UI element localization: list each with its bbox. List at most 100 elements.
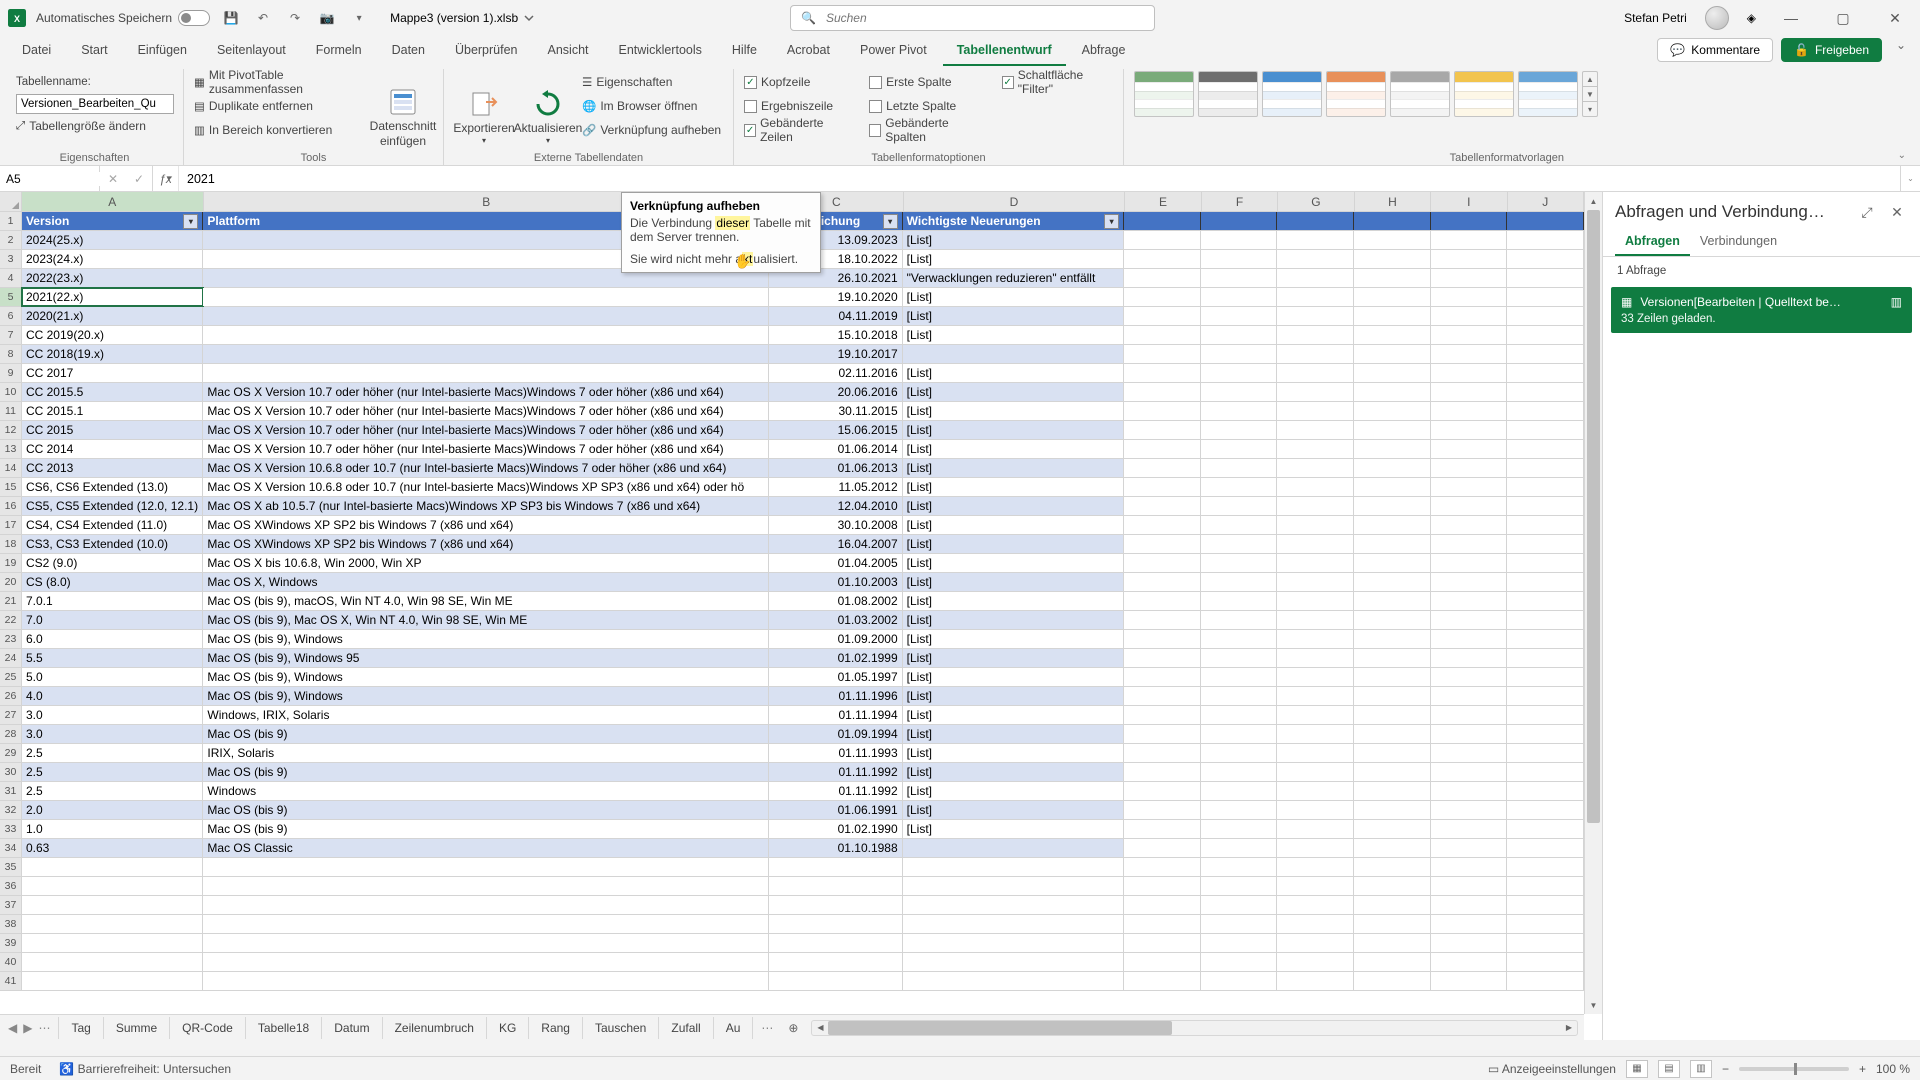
col-header-I[interactable]: I <box>1431 192 1507 211</box>
cell[interactable]: [List] <box>903 668 1124 686</box>
cell[interactable]: [List] <box>903 307 1124 325</box>
cell[interactable] <box>1354 478 1431 496</box>
cell[interactable]: 01.10.1988 <box>769 839 903 857</box>
cell[interactable] <box>903 972 1124 990</box>
cell[interactable]: 01.02.1990 <box>769 820 903 838</box>
cell[interactable] <box>1431 592 1508 610</box>
remove-duplicates-button[interactable]: ▤ Duplikate entfernen <box>194 95 367 117</box>
cell[interactable]: IRIX, Solaris <box>203 744 768 762</box>
cell[interactable]: Mac OS (bis 9) <box>203 801 768 819</box>
ribbon-tab-überprüfen[interactable]: Überprüfen <box>441 37 532 66</box>
cell[interactable]: 2.5 <box>22 763 203 781</box>
cell[interactable]: [List] <box>903 592 1124 610</box>
cell[interactable] <box>1354 630 1431 648</box>
cell[interactable]: 2.5 <box>22 782 203 800</box>
scroll-down-icon[interactable]: ▼ <box>1585 996 1602 1014</box>
cell[interactable] <box>1277 345 1354 363</box>
cell[interactable] <box>1277 630 1354 648</box>
zoom-in-button[interactable]: + <box>1859 1062 1866 1076</box>
cell[interactable] <box>1201 858 1278 876</box>
search-input[interactable] <box>826 11 1144 25</box>
cell[interactable]: CS4, CS4 Extended (11.0) <box>22 516 203 534</box>
cell[interactable]: [List] <box>903 820 1124 838</box>
cell[interactable] <box>1354 706 1431 724</box>
scroll-left-icon[interactable]: ◀ <box>812 1021 828 1035</box>
cell[interactable] <box>1277 782 1354 800</box>
cell[interactable] <box>1507 839 1584 857</box>
cell[interactable]: Mac OS X Version 10.7 oder höher (nur In… <box>203 440 768 458</box>
table-style-swatch[interactable] <box>1198 71 1258 117</box>
cell[interactable] <box>1124 250 1201 268</box>
cell[interactable] <box>1124 288 1201 306</box>
cell[interactable] <box>1431 364 1508 382</box>
sheet-tab[interactable]: QR-Code <box>170 1017 246 1039</box>
cell[interactable] <box>1354 896 1431 914</box>
cell[interactable] <box>1354 459 1431 477</box>
cell[interactable]: Mac OS XWindows XP SP2 bis Windows 7 (x8… <box>203 516 768 534</box>
cell[interactable] <box>1354 725 1431 743</box>
cell[interactable] <box>1431 782 1508 800</box>
cell[interactable] <box>1354 535 1431 553</box>
cell[interactable] <box>203 326 768 344</box>
cell[interactable] <box>1124 839 1201 857</box>
cell[interactable]: 2.0 <box>22 801 203 819</box>
cell[interactable] <box>1124 383 1201 401</box>
summarize-pivot-button[interactable]: ▦ Mit PivotTable zusammenfassen <box>194 71 367 93</box>
cell[interactable] <box>1201 573 1278 591</box>
cell[interactable] <box>1431 725 1508 743</box>
cell[interactable] <box>1277 896 1354 914</box>
cell[interactable] <box>903 934 1124 952</box>
cell[interactable] <box>1354 402 1431 420</box>
cell[interactable]: [List] <box>903 364 1124 382</box>
cell[interactable] <box>1201 611 1278 629</box>
cell[interactable] <box>1124 706 1201 724</box>
cell[interactable] <box>1507 421 1584 439</box>
sheet-tab[interactable]: Tabelle18 <box>246 1017 322 1039</box>
cell[interactable] <box>1201 592 1278 610</box>
cell[interactable] <box>1507 383 1584 401</box>
cell[interactable] <box>1354 307 1431 325</box>
cell[interactable] <box>1507 326 1584 344</box>
cell[interactable]: 01.09.2000 <box>769 630 903 648</box>
cell[interactable]: 01.11.1993 <box>769 744 903 762</box>
cell[interactable] <box>1277 497 1354 515</box>
cell[interactable] <box>1201 934 1278 952</box>
cell[interactable]: [List] <box>903 383 1124 401</box>
pane-tab-connections[interactable]: Verbindungen <box>1690 228 1787 256</box>
display-settings[interactable]: ▭ Anzeigeeinstellungen <box>1488 1062 1616 1076</box>
cell[interactable] <box>1277 953 1354 971</box>
tab-nav-more[interactable]: ⋯ <box>38 1021 50 1035</box>
cell[interactable]: 30.11.2015 <box>769 402 903 420</box>
scroll-up-icon[interactable]: ▲ <box>1585 192 1602 210</box>
cell[interactable] <box>1354 953 1431 971</box>
cell[interactable] <box>1354 668 1431 686</box>
cell[interactable]: 19.10.2017 <box>769 345 903 363</box>
cell[interactable] <box>1354 820 1431 838</box>
cell[interactable] <box>1277 459 1354 477</box>
cell[interactable] <box>1507 554 1584 572</box>
cell[interactable] <box>903 858 1124 876</box>
new-sheet-button[interactable]: ⊕ <box>781 1021 805 1035</box>
cell[interactable]: CC 2015 <box>22 421 203 439</box>
cell[interactable] <box>1507 934 1584 952</box>
cell[interactable] <box>1431 307 1508 325</box>
scroll-thumb[interactable] <box>828 1021 1172 1035</box>
cell[interactable]: 2020(21.x) <box>22 307 203 325</box>
cell[interactable] <box>1354 269 1431 287</box>
cell[interactable] <box>1277 535 1354 553</box>
cell[interactable] <box>1124 763 1201 781</box>
search-box[interactable]: 🔍 <box>790 5 1155 31</box>
cell[interactable] <box>1201 421 1278 439</box>
gallery-nav[interactable]: ▲▼▾ <box>1582 71 1598 117</box>
cell[interactable]: 3.0 <box>22 725 203 743</box>
cell[interactable] <box>1124 592 1201 610</box>
cell[interactable] <box>1431 269 1508 287</box>
cell[interactable]: Mac OS (bis 9), Windows 95 <box>203 649 768 667</box>
cell[interactable] <box>1431 744 1508 762</box>
sheet-tab[interactable]: Zufall <box>659 1017 713 1039</box>
cell[interactable]: Mac OS X Version 10.6.8 oder 10.7 (nur I… <box>203 478 768 496</box>
sheet-tab[interactable]: Zeilenumbruch <box>383 1017 487 1039</box>
cell[interactable]: 15.06.2015 <box>769 421 903 439</box>
filter-icon[interactable]: ▾ <box>1104 214 1119 229</box>
cell[interactable] <box>1124 516 1201 534</box>
